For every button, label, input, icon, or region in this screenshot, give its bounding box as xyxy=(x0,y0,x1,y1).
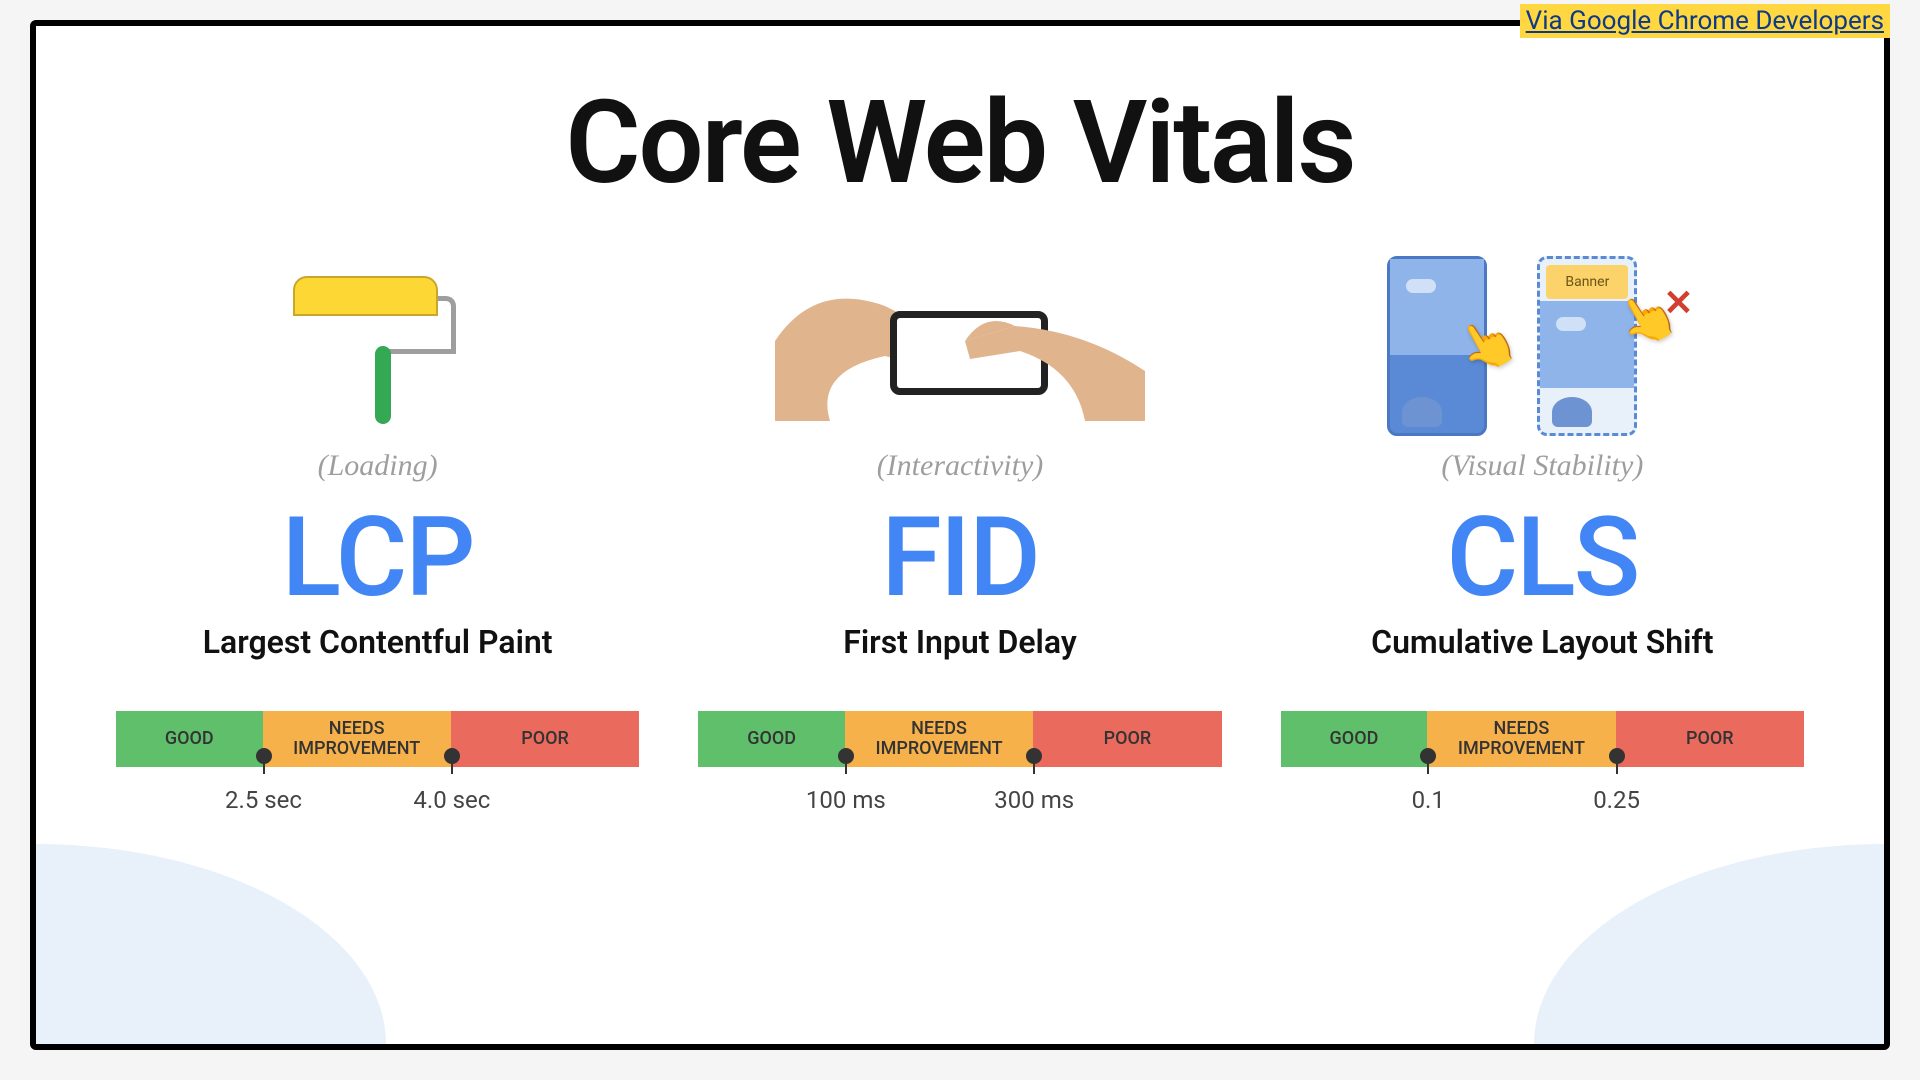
threshold-tick-1: 100 ms xyxy=(845,758,847,774)
metric-cls: Banner 👆 👆 ✕ (Visual Stability) CLS Cumu… xyxy=(1281,251,1804,1004)
metric-fid: (Interactivity) FID First Input Delay GO… xyxy=(698,251,1221,1004)
threshold-tick-2: 300 ms xyxy=(1033,758,1035,774)
threshold-tick-2: 4.0 sec xyxy=(451,758,453,774)
hands-phone-icon xyxy=(698,251,1221,441)
metric-caption: (Visual Stability) xyxy=(1441,449,1643,483)
threshold-bar: GOOD NEEDS IMPROVEMENT POOR 100 ms 300 m… xyxy=(698,711,1221,767)
metrics-row: (Loading) LCP Largest Contentful Paint G… xyxy=(116,251,1804,1004)
threshold-bar: GOOD NEEDS IMPROVEMENT POOR 2.5 sec 4.0 … xyxy=(116,711,639,767)
metric-caption: (Loading) xyxy=(318,449,438,483)
slide-frame: Core Web Vitals (Loading) LCP Largest Co… xyxy=(30,20,1890,1050)
threshold-label-1: 0.1 xyxy=(1412,786,1445,814)
layout-shift-icon: Banner 👆 👆 ✕ xyxy=(1281,251,1804,441)
seg-poor: POOR xyxy=(451,711,639,767)
seg-good: GOOD xyxy=(116,711,263,767)
metric-abbr: LCP xyxy=(282,503,474,613)
seg-needs: NEEDS IMPROVEMENT xyxy=(845,711,1033,767)
metric-abbr: FID xyxy=(881,503,1039,613)
threshold-label-2: 300 ms xyxy=(994,786,1074,814)
banner-label: Banner xyxy=(1546,265,1628,299)
threshold-label-1: 100 ms xyxy=(806,786,886,814)
close-icon: ✕ xyxy=(1663,282,1693,324)
seg-poor: POOR xyxy=(1033,711,1221,767)
attribution-link[interactable]: Via Google Chrome Developers xyxy=(1520,4,1890,38)
seg-poor: POOR xyxy=(1616,711,1804,767)
threshold-tick-2: 0.25 xyxy=(1616,758,1618,774)
threshold-tick-1: 0.1 xyxy=(1427,758,1429,774)
metric-fullname: Cumulative Layout Shift xyxy=(1371,623,1713,661)
paint-roller-icon xyxy=(116,251,639,441)
threshold-tick-1: 2.5 sec xyxy=(263,758,265,774)
metric-fullname: First Input Delay xyxy=(843,623,1076,661)
metric-lcp: (Loading) LCP Largest Contentful Paint G… xyxy=(116,251,639,1004)
threshold-label-2: 0.25 xyxy=(1593,786,1640,814)
threshold-bar: GOOD NEEDS IMPROVEMENT POOR 0.1 0.25 xyxy=(1281,711,1804,767)
threshold-label-1: 2.5 sec xyxy=(225,786,302,814)
page-title: Core Web Vitals xyxy=(565,76,1354,211)
seg-needs: NEEDS IMPROVEMENT xyxy=(263,711,451,767)
threshold-label-2: 4.0 sec xyxy=(413,786,490,814)
metric-abbr: CLS xyxy=(1446,503,1638,613)
metric-caption: (Interactivity) xyxy=(877,449,1044,483)
seg-good: GOOD xyxy=(1281,711,1428,767)
metric-fullname: Largest Contentful Paint xyxy=(203,623,553,661)
seg-good: GOOD xyxy=(698,711,845,767)
seg-needs: NEEDS IMPROVEMENT xyxy=(1427,711,1615,767)
